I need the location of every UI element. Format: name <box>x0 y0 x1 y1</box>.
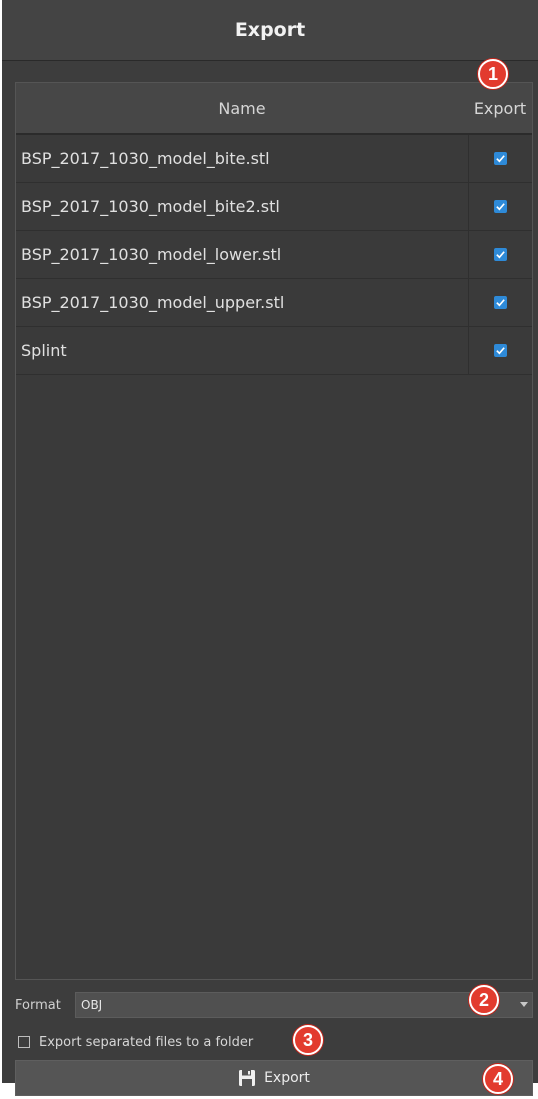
panel-title: Export <box>2 0 538 61</box>
row-name: BSP_2017_1030_model_lower.stl <box>21 245 282 264</box>
checkmark-icon <box>496 299 505 307</box>
export-checkbox[interactable] <box>494 248 507 261</box>
chevron-down-icon[interactable] <box>520 1002 528 1007</box>
checkmark-icon <box>496 347 505 355</box>
separate-files-label: Export separated files to a folder <box>39 1034 254 1050</box>
table-row[interactable]: BSP_2017_1030_model_upper.stl <box>16 279 532 327</box>
callout-badge-3: 3 <box>293 1025 323 1055</box>
row-export-cell <box>468 279 532 326</box>
row-export-cell <box>468 135 532 182</box>
row-name: BSP_2017_1030_model_bite2.stl <box>21 197 280 216</box>
export-checkbox[interactable] <box>494 296 507 309</box>
table-header: Name Export <box>16 83 532 135</box>
row-export-cell <box>468 231 532 278</box>
separate-files-option[interactable]: Export separated files to a folder <box>18 1028 318 1056</box>
export-table: Name Export BSP_2017_1030_model_bite.stl… <box>15 82 533 980</box>
save-icon <box>239 1070 256 1086</box>
export-panel: Export Name Export BSP_2017_1030_model_b… <box>2 0 538 1096</box>
checkmark-icon <box>496 203 505 211</box>
checkmark-icon <box>496 155 505 163</box>
table-row[interactable]: BSP_2017_1030_model_bite2.stl <box>16 183 532 231</box>
table-body: BSP_2017_1030_model_bite.stl BSP_2017_10… <box>16 135 532 375</box>
checkmark-icon <box>496 251 505 259</box>
row-export-cell <box>468 183 532 230</box>
export-button[interactable]: Export <box>15 1060 533 1096</box>
column-header-export[interactable]: Export <box>468 83 532 133</box>
callout-badge-4: 4 <box>483 1064 513 1094</box>
format-row: Format OBJ <box>15 990 533 1020</box>
table-row[interactable]: BSP_2017_1030_model_bite.stl <box>16 135 532 183</box>
format-dropdown[interactable]: OBJ <box>75 992 533 1018</box>
export-button-label: Export <box>264 1070 310 1086</box>
format-label: Format <box>15 997 61 1013</box>
export-checkbox[interactable] <box>494 152 507 165</box>
format-selected-value: OBJ <box>81 998 103 1012</box>
row-name: Splint <box>21 341 67 360</box>
export-checkbox[interactable] <box>494 344 507 357</box>
column-header-name[interactable]: Name <box>16 83 468 133</box>
table-row[interactable]: Splint <box>16 327 532 375</box>
row-name: BSP_2017_1030_model_bite.stl <box>21 149 270 168</box>
row-export-cell <box>468 327 532 374</box>
table-row[interactable]: BSP_2017_1030_model_lower.stl <box>16 231 532 279</box>
row-name: BSP_2017_1030_model_upper.stl <box>21 293 285 312</box>
export-checkbox[interactable] <box>494 200 507 213</box>
separate-files-checkbox[interactable] <box>18 1036 30 1048</box>
callout-badge-2: 2 <box>469 985 499 1015</box>
callout-badge-1: 1 <box>478 59 508 89</box>
